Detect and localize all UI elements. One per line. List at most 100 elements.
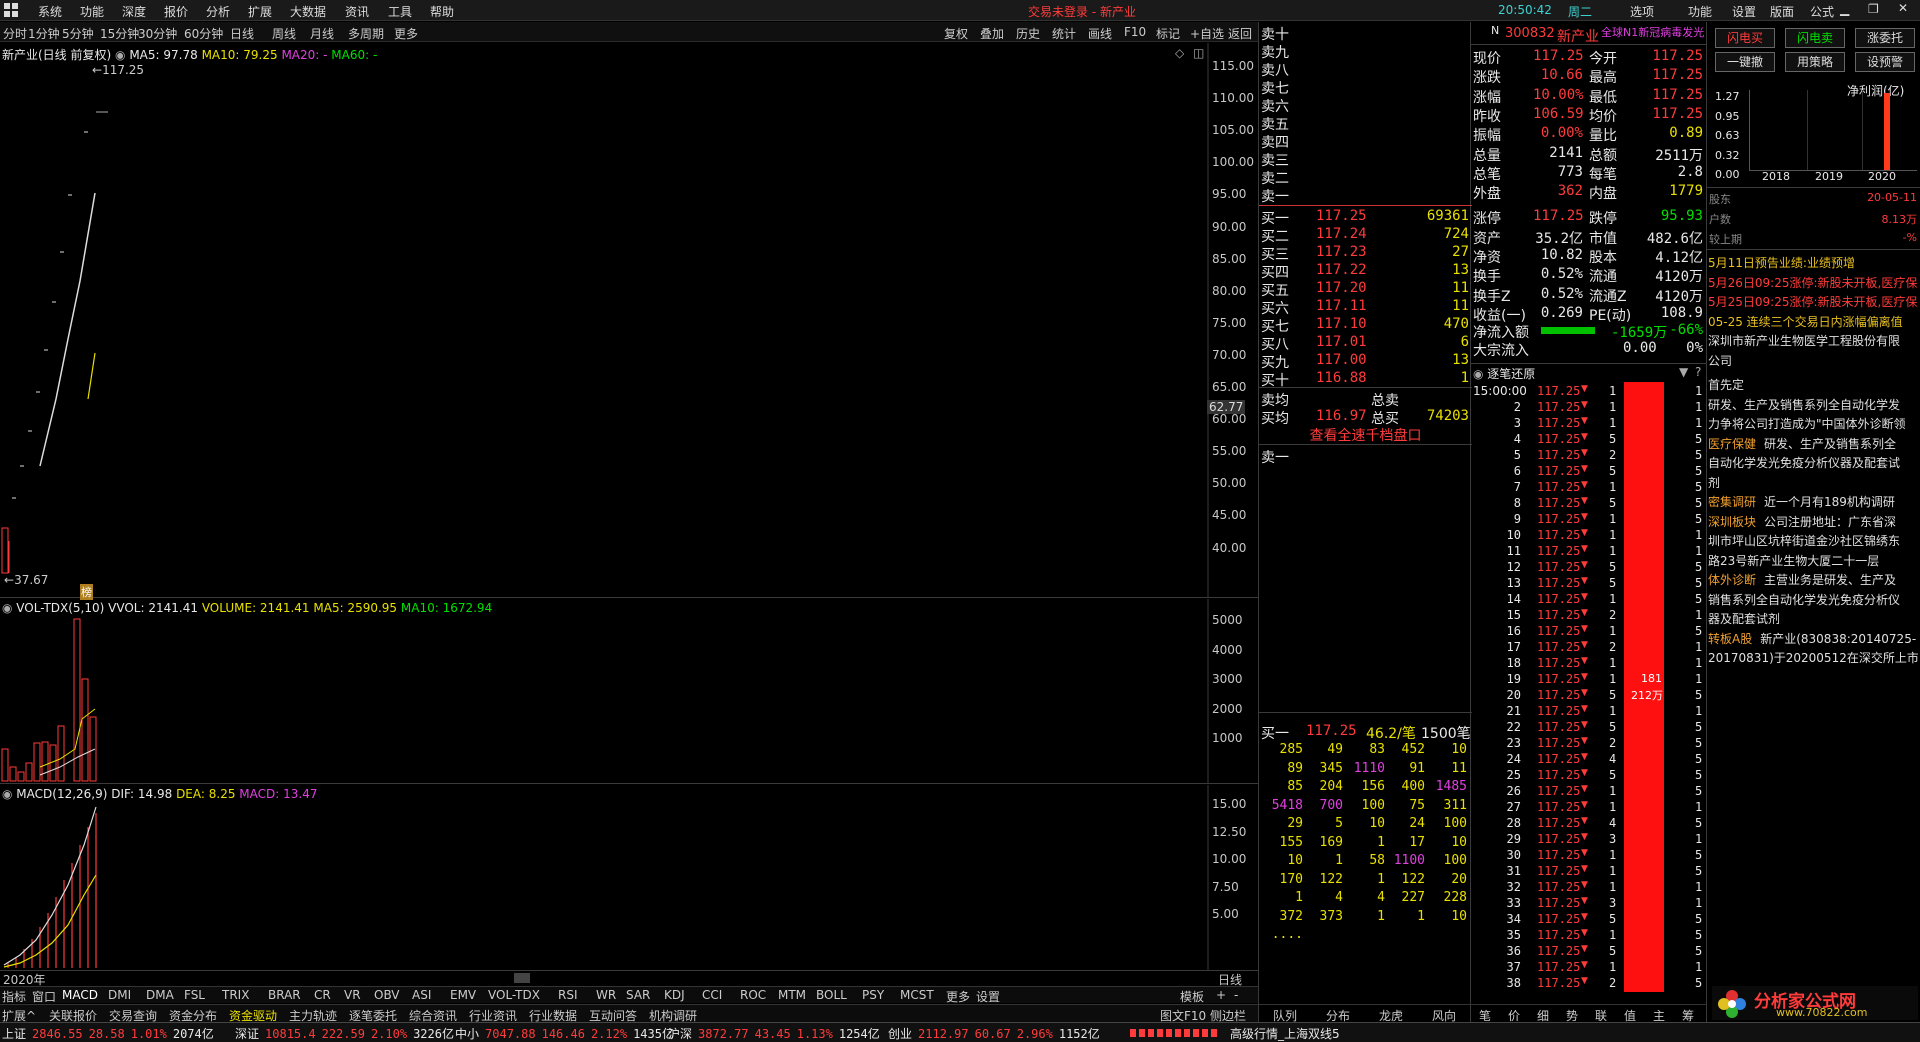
kline-panel[interactable]: 新产业(日线 前复权) ◉ MA5: 97.78 MA10: 79.25 MA2… bbox=[0, 43, 1258, 600]
timeframe-tab-7[interactable]: 周线 bbox=[272, 25, 296, 42]
menu-item-3[interactable]: 报价 bbox=[164, 3, 188, 20]
template-tab[interactable]: 模板 bbox=[1180, 988, 1204, 1005]
index-1[interactable]: 深证 10815.4 222.59 2.10% 3226亿 bbox=[235, 1025, 454, 1041]
indicator-tab-16[interactable]: SAR bbox=[626, 988, 650, 1002]
indicator-tab-6[interactable]: TRIX bbox=[222, 988, 249, 1002]
buy-level-7[interactable]: 买八 117.01 6 bbox=[1261, 334, 1471, 353]
macd-panel[interactable]: ◉ MACD(12,26,9) DIF: 14.98 DEA: 8.25 MAC… bbox=[0, 785, 1258, 970]
side-button-4[interactable]: 用策略 bbox=[1785, 52, 1845, 72]
timeframe-tab-5[interactable]: 60分钟 bbox=[184, 25, 223, 42]
indicator-tab-5[interactable]: FSL bbox=[184, 988, 205, 1002]
news-item-2[interactable]: 5月25日09:25涨停:新股未开板,医疗保 bbox=[1708, 293, 1918, 312]
ticks-help-icon[interactable]: ? bbox=[1695, 365, 1701, 379]
indicator-tab-25[interactable]: 设置 bbox=[976, 988, 1000, 1005]
index-3[interactable]: 沪深 3872.77 43.45 1.13% 1254亿 bbox=[668, 1025, 880, 1041]
f10-line-2[interactable]: 力争将公司打造成为"中国体外诊断领 bbox=[1708, 415, 1918, 434]
f10-line-9[interactable]: 路23号新产业生物大厦二十一层 bbox=[1708, 552, 1918, 571]
buy-level-2[interactable]: 买三 117.23 27 bbox=[1261, 244, 1471, 263]
f10-line-8[interactable]: 圳市坪山区坑梓街道金沙社区锦绣东 bbox=[1708, 532, 1918, 551]
side-button-3[interactable]: 一键撤 bbox=[1715, 52, 1775, 72]
buy-level-6[interactable]: 买七 117.10 470 bbox=[1261, 316, 1471, 335]
indicator-tab-24[interactable]: 更多 bbox=[946, 988, 970, 1005]
ticks-filter-icon[interactable]: ▼ bbox=[1679, 365, 1688, 379]
indicator-tab-9[interactable]: VR bbox=[344, 988, 361, 1002]
volume-panel[interactable]: ◉ VOL-TDX(5,10) VVOL: 2141.41 VOLUME: 21… bbox=[0, 599, 1258, 784]
indicator-tab-22[interactable]: PSY bbox=[862, 988, 884, 1002]
menu-item-8[interactable]: 工具 bbox=[388, 3, 412, 20]
menu-right-item-0[interactable]: 选项 bbox=[1630, 3, 1654, 20]
indicator-tab-4[interactable]: DMA bbox=[146, 988, 174, 1002]
timeframe-tab-2[interactable]: 5分钟 bbox=[62, 25, 94, 42]
indicator-tab-7[interactable]: BRAR bbox=[268, 988, 301, 1002]
indicator-tab-14[interactable]: RSI bbox=[558, 988, 578, 1002]
news-item-3[interactable]: 05-25 连续三个交易日内涨幅偏离值 bbox=[1708, 313, 1918, 332]
menu-right-item-2[interactable]: 设置 bbox=[1732, 3, 1756, 20]
f10-line-14[interactable]: 20170831)于20200512在深交所上市 bbox=[1708, 649, 1918, 668]
timeframe-tab-3[interactable]: 15分钟 bbox=[100, 25, 139, 42]
menu-item-0[interactable]: 系统 bbox=[38, 3, 62, 20]
indicator-tab-19[interactable]: ROC bbox=[740, 988, 766, 1002]
toolbar-button-8[interactable]: 返回 bbox=[1228, 25, 1252, 42]
view-all-depth-link[interactable]: 查看全速千档盘口 bbox=[1259, 425, 1472, 445]
timeframe-tab-8[interactable]: 月线 bbox=[310, 25, 334, 42]
menu-item-2[interactable]: 深度 bbox=[122, 3, 146, 20]
indicator-tab-1[interactable]: 窗口 bbox=[32, 988, 56, 1005]
news-item-0[interactable]: 5月11日预告业绩:业绩预增 bbox=[1708, 254, 1918, 273]
toolbar-button-6[interactable]: 标记 bbox=[1156, 25, 1180, 42]
buy-level-9[interactable]: 买十 116.88 1 bbox=[1261, 370, 1471, 389]
indicator-tab-0[interactable]: 指标 bbox=[2, 988, 26, 1005]
zoom-out-button[interactable]: - bbox=[1234, 988, 1238, 1002]
indicator-tab-23[interactable]: MCST bbox=[900, 988, 934, 1002]
menu-item-9[interactable]: 帮助 bbox=[430, 3, 454, 20]
timeframe-tab-0[interactable]: 分时 bbox=[3, 25, 27, 42]
indicator-tab-2[interactable]: MACD bbox=[62, 988, 98, 1002]
f10-line-5[interactable]: 剂 bbox=[1708, 474, 1918, 493]
menu-right-item-1[interactable]: 功能 bbox=[1688, 3, 1712, 20]
promo-text[interactable]: 全球N1新冠病毒发光 bbox=[1601, 24, 1707, 40]
side-button-2[interactable]: 涨委托 bbox=[1855, 28, 1915, 48]
news-item-4[interactable]: 深圳市新产业生物医学工程股份有限 bbox=[1708, 332, 1918, 351]
minimize-icon[interactable]: ▁ bbox=[1840, 2, 1849, 16]
timeframe-tab-6[interactable]: 日线 bbox=[230, 25, 254, 42]
menu-right-item-4[interactable]: 公式 bbox=[1810, 3, 1834, 20]
toolbar-button-2[interactable]: 历史 bbox=[1016, 25, 1040, 42]
indicator-tab-17[interactable]: KDJ bbox=[664, 988, 685, 1002]
side-button-0[interactable]: 闪电买 bbox=[1715, 28, 1775, 48]
close-icon[interactable]: ✕ bbox=[1898, 1, 1908, 15]
f10-line-6[interactable]: 密集调研 近一个月有189机构调研 bbox=[1708, 493, 1918, 512]
f10-line-1[interactable]: 研发、生产及销售系列全自动化学发 bbox=[1708, 396, 1918, 415]
buy-level-4[interactable]: 买五 117.20 11 bbox=[1261, 280, 1471, 299]
news-item-5[interactable]: 公司 bbox=[1708, 352, 1918, 371]
f10-line-12[interactable]: 器及配套试剂 bbox=[1708, 610, 1918, 629]
f10-line-0[interactable]: 首先定 bbox=[1708, 376, 1918, 395]
buy-level-5[interactable]: 买六 117.11 11 bbox=[1261, 298, 1471, 317]
indicator-tab-3[interactable]: DMI bbox=[108, 988, 131, 1002]
timeframe-tab-9[interactable]: 多周期 bbox=[348, 25, 384, 42]
ticks-collapse-icon[interactable]: ◉ bbox=[1473, 367, 1487, 381]
toolbar-button-0[interactable]: 复权 bbox=[944, 25, 968, 42]
f10-line-10[interactable]: 体外诊断 主营业务是研发、生产及 bbox=[1708, 571, 1918, 590]
side-button-1[interactable]: 闪电卖 bbox=[1785, 28, 1845, 48]
timeframe-tab-10[interactable]: 更多 bbox=[394, 25, 418, 42]
indicator-tab-12[interactable]: EMV bbox=[450, 988, 476, 1002]
f10-line-3[interactable]: 医疗保健 研发、生产及销售系列全 bbox=[1708, 435, 1918, 454]
zoom-in-button[interactable]: + bbox=[1216, 988, 1226, 1002]
f10-line-11[interactable]: 销售系列全自动化学发光免疫分析仪 bbox=[1708, 591, 1918, 610]
indicator-tab-10[interactable]: OBV bbox=[374, 988, 400, 1002]
f10-line-7[interactable]: 深圳板块 公司注册地址：广东省深 bbox=[1708, 513, 1918, 532]
restore-icon[interactable]: ❐ bbox=[1868, 2, 1879, 16]
scroll-thumb[interactable] bbox=[514, 973, 530, 983]
app-logo-icon[interactable] bbox=[4, 3, 18, 17]
index-0[interactable]: 上证 2846.55 28.58 1.01% 2074亿 bbox=[2, 1025, 214, 1041]
buy-level-0[interactable]: 买一 117.25 69361 bbox=[1261, 208, 1471, 227]
toolbar-button-3[interactable]: 统计 bbox=[1052, 25, 1076, 42]
toolbar-button-4[interactable]: 画线 bbox=[1088, 25, 1112, 42]
menu-item-1[interactable]: 功能 bbox=[80, 3, 104, 20]
menu-item-6[interactable]: 大数据 bbox=[290, 3, 326, 20]
timeframe-tab-1[interactable]: 1分钟 bbox=[28, 25, 60, 42]
indicator-tab-8[interactable]: CR bbox=[314, 988, 331, 1002]
index-4[interactable]: 创业 2112.97 60.67 2.96% 1152亿 bbox=[888, 1025, 1100, 1041]
f10-line-13[interactable]: 转板A股 新产业(830838:20140725- bbox=[1708, 630, 1918, 649]
menu-item-5[interactable]: 扩展 bbox=[248, 3, 272, 20]
buy-level-3[interactable]: 买四 117.22 13 bbox=[1261, 262, 1471, 281]
